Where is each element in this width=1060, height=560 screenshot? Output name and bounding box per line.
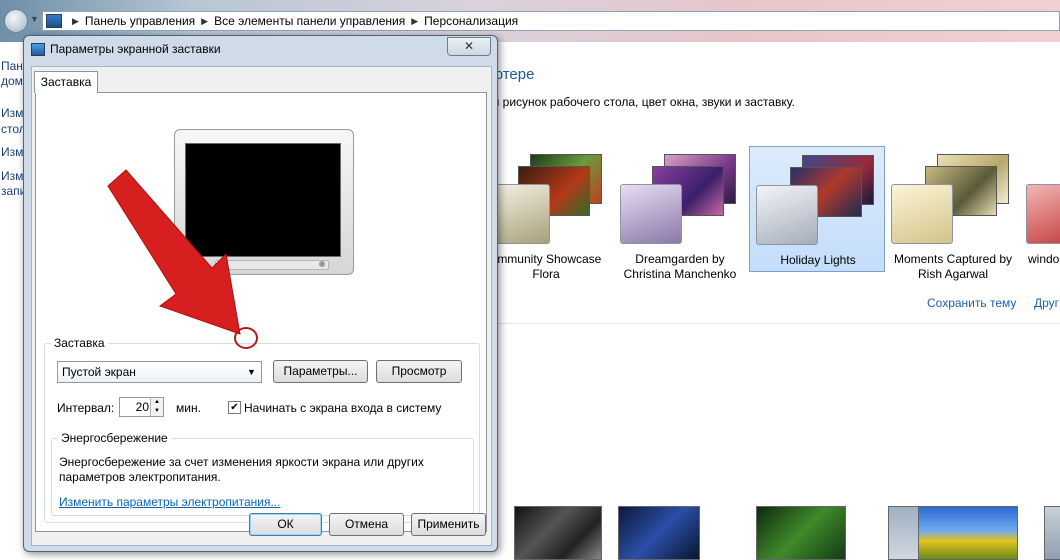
logon-checkbox[interactable]: ✔ xyxy=(228,401,241,414)
theme-thumbnail[interactable] xyxy=(514,506,602,560)
power-led-icon xyxy=(319,261,325,267)
power-description: Энергосбережение за счет изменения яркос… xyxy=(59,455,424,469)
theme-color-swatch xyxy=(1026,184,1060,244)
theme-label: Moments Captured by Rish Agarwal xyxy=(893,252,1013,281)
theme-label: ommunity Showcase Flora xyxy=(490,252,602,281)
dialog-client-area: Заставка Заставка Пустой экран ▼ Парамет… xyxy=(31,66,492,546)
power-description: параметров электропитания. xyxy=(59,470,221,484)
theme-color-swatch xyxy=(891,184,953,244)
theme-thumbnail[interactable] xyxy=(756,506,846,560)
interval-spinner[interactable]: 20 ▲ ▼ xyxy=(119,397,164,417)
tab-screensaver[interactable]: Заставка xyxy=(34,71,98,93)
dialog-title: Параметры экранной заставки xyxy=(50,42,221,56)
screensaver-group-label: Заставка xyxy=(51,336,108,350)
theme-community-showcase[interactable]: ommunity Showcase Flora xyxy=(478,146,614,281)
checkmark-icon: ✔ xyxy=(230,402,239,413)
params-button[interactable]: Параметры... xyxy=(273,360,368,383)
monitor-base xyxy=(215,260,329,270)
screensaver-group: Заставка Пустой экран ▼ Параметры... Про… xyxy=(44,336,480,523)
screensaver-icon xyxy=(31,43,45,56)
close-icon: ✕ xyxy=(463,39,475,53)
preview-screen xyxy=(185,143,341,257)
theme-thumbnail[interactable] xyxy=(1044,506,1060,560)
chevron-right-icon: ▶ xyxy=(411,15,419,26)
interval-label: Интервал: xyxy=(57,401,115,415)
preview-button[interactable]: Просмотр xyxy=(376,360,462,383)
back-button[interactable] xyxy=(4,9,28,33)
left-pane-link[interactable]: Пан xyxy=(1,59,23,73)
theme-label: Dreamgarden by Christina Manchenko xyxy=(623,252,737,281)
screensaver-select[interactable]: Пустой экран ▼ xyxy=(57,361,262,383)
theme-label: Holiday Lights xyxy=(780,253,856,267)
interval-unit: мин. xyxy=(176,401,201,415)
theme-moments-captured[interactable]: Moments Captured by Rish Agarwal xyxy=(885,146,1021,281)
left-pane-link[interactable]: Изм xyxy=(1,145,23,159)
dropdown-arrow-icon[interactable]: ▼ xyxy=(243,363,260,381)
section-divider xyxy=(484,323,1060,324)
chevron-down-icon[interactable]: ▼ xyxy=(30,14,40,24)
theme-windows[interactable]: windo xyxy=(1022,146,1060,272)
left-pane-link[interactable]: дом xyxy=(1,74,23,88)
monitor-preview xyxy=(174,129,354,275)
theme-label: windo xyxy=(1028,252,1060,266)
ok-button[interactable]: ОК xyxy=(249,513,322,536)
spinner-arrows-icon[interactable]: ▲ ▼ xyxy=(150,398,163,416)
apply-button[interactable]: Применить xyxy=(411,513,486,536)
interval-value[interactable]: 20 xyxy=(136,400,149,414)
logon-checkbox-label[interactable]: Начинать с экрана входа в систему xyxy=(244,401,441,415)
left-pane-link[interactable]: Изм xyxy=(1,106,23,120)
screensaver-settings-dialog: Параметры экранной заставки ✕ Заставка З… xyxy=(23,35,498,552)
theme-color-swatch xyxy=(620,184,682,244)
theme-color-swatch[interactable] xyxy=(888,506,920,560)
more-themes-link[interactable]: Друг xyxy=(1034,296,1059,310)
chevron-right-icon: ▶ xyxy=(201,15,209,26)
left-pane-link[interactable]: Изм xyxy=(1,169,23,183)
tab-page: Заставка Пустой экран ▼ Параметры... Про… xyxy=(35,92,487,532)
chevron-right-icon: ▶ xyxy=(72,15,79,26)
cancel-button[interactable]: Отмена xyxy=(329,513,404,536)
close-button[interactable]: ✕ xyxy=(447,37,491,56)
control-panel-icon xyxy=(46,14,62,28)
breadcrumb-personalization[interactable]: Персонализация xyxy=(424,14,518,28)
save-theme-link[interactable]: Сохранить тему xyxy=(927,296,1016,310)
theme-holiday-lights[interactable]: Holiday Lights xyxy=(749,146,885,272)
left-task-pane: Пан дом Изм стол Изм Изм запи xyxy=(0,42,26,558)
theme-dreamgarden[interactable]: Dreamgarden by Christina Manchenko xyxy=(612,146,748,281)
breadcrumb-control-panel[interactable]: Панель управления xyxy=(85,14,195,28)
power-group: Энергосбережение Энергосбережение за сче… xyxy=(51,431,474,516)
theme-thumbnail[interactable] xyxy=(918,506,1018,560)
theme-thumbnail[interactable] xyxy=(618,506,700,560)
page-description: ый рисунок рабочего стола, цвет окна, зв… xyxy=(484,95,795,109)
screensaver-select-value: Пустой экран xyxy=(62,365,136,379)
address-bar[interactable]: ▶ Панель управления ▶ Все элементы панел… xyxy=(42,11,1060,31)
breadcrumb-all-items[interactable]: Все элементы панели управления xyxy=(214,14,405,28)
theme-color-swatch xyxy=(756,185,818,245)
power-settings-link[interactable]: Изменить параметры электропитания... xyxy=(59,495,280,509)
annotation-circle-icon xyxy=(234,327,258,349)
power-group-label: Энергосбережение xyxy=(58,431,171,445)
